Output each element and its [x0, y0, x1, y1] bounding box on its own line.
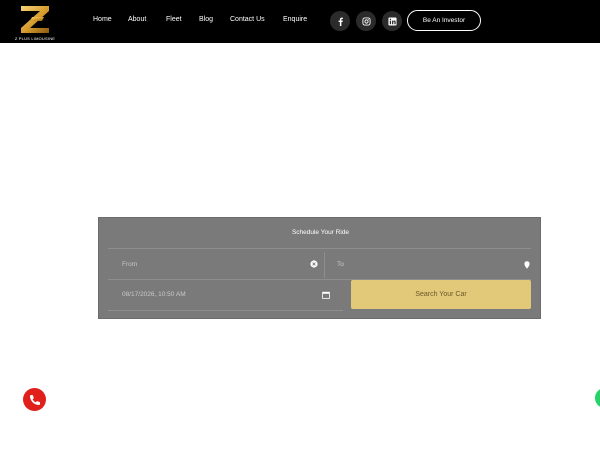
to-input[interactable]: To — [337, 253, 517, 275]
nav-fleet[interactable]: Fleet — [166, 15, 182, 25]
nav-enquire[interactable]: Enquire — [283, 15, 307, 25]
site-logo[interactable]: Z PLUS LIMOUSINE — [4, 3, 62, 42]
divider — [108, 310, 343, 311]
facebook-icon — [338, 17, 343, 26]
clear-icon[interactable] — [310, 260, 318, 268]
booking-title: Schedule Your Ride — [291, 229, 350, 236]
nav-about[interactable]: About — [128, 15, 146, 25]
divider — [108, 248, 531, 249]
datetime-input[interactable]: 08/17/2026, 10:50 AM — [122, 283, 322, 305]
from-input[interactable]: From — [122, 253, 327, 275]
linkedin-button[interactable] — [382, 11, 402, 31]
instagram-icon — [361, 16, 371, 26]
site-header: Z PLUS LIMOUSINE Home About Fleet Blog C… — [0, 0, 600, 43]
whatsapp-button[interactable] — [595, 388, 600, 408]
be-an-investor-button[interactable]: Be An Investor — [407, 10, 481, 31]
nav-home[interactable]: Home — [93, 15, 112, 25]
search-your-car-button[interactable]: Search Your Car — [351, 280, 531, 309]
field-separator — [324, 252, 325, 278]
logo-wordmark: Z PLUS LIMOUSINE — [14, 36, 56, 41]
booking-panel: Schedule Your Ride From To 08/17/2026, 1… — [98, 217, 541, 319]
calendar-icon[interactable] — [321, 290, 330, 299]
location-pin-icon — [523, 260, 531, 269]
instagram-button[interactable] — [356, 11, 376, 31]
phone-icon — [29, 394, 40, 405]
z-logo-icon — [21, 6, 49, 33]
call-button[interactable] — [23, 388, 46, 411]
nav-contact-us[interactable]: Contact Us — [230, 15, 265, 25]
facebook-button[interactable] — [330, 11, 350, 31]
nav-blog[interactable]: Blog — [199, 15, 213, 25]
linkedin-icon — [387, 16, 397, 26]
